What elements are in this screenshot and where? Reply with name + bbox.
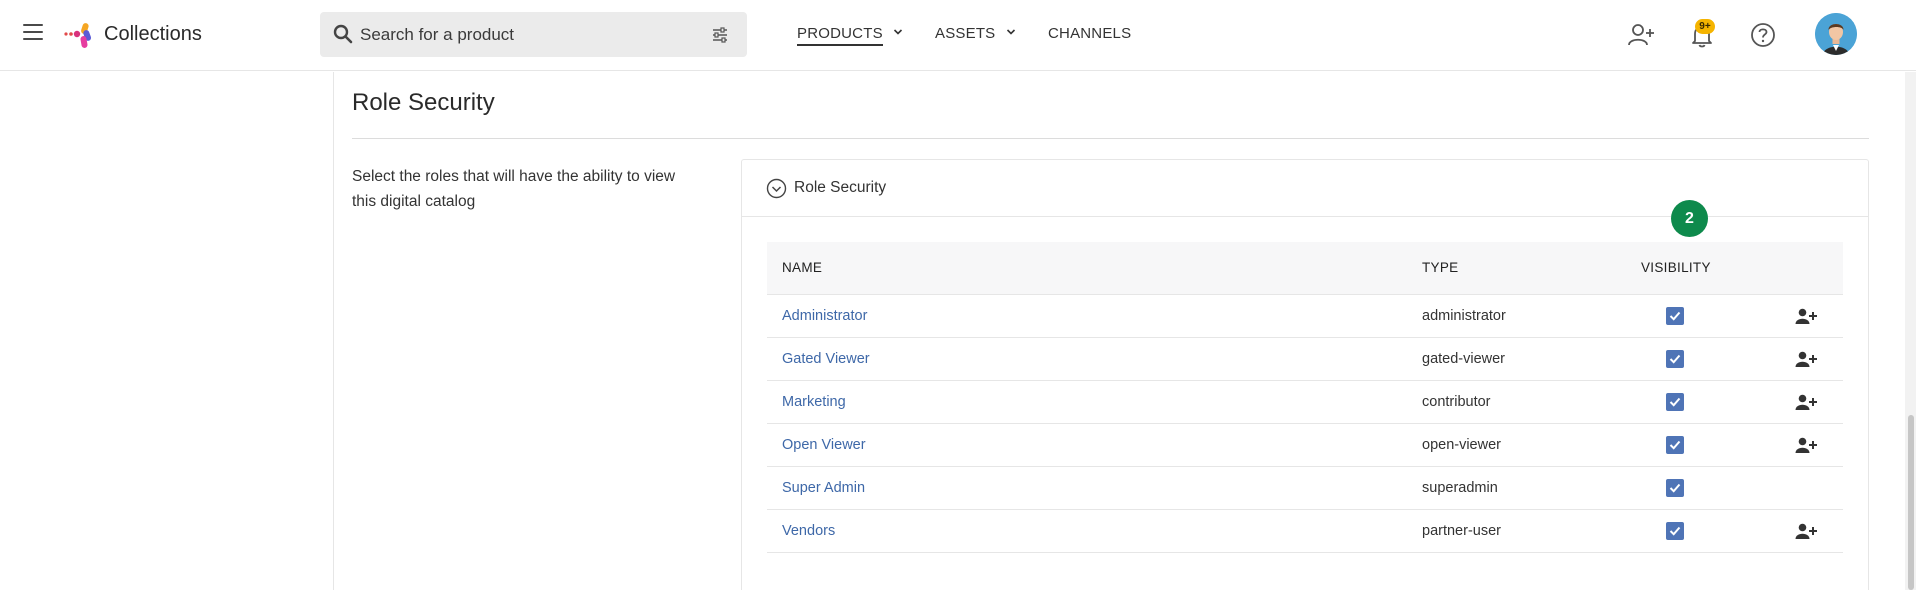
role-link[interactable]: Vendors bbox=[782, 523, 835, 539]
role-name-cell: Vendors bbox=[767, 509, 1422, 553]
role-type: open-viewer bbox=[1422, 423, 1637, 467]
role-name-cell: Marketing bbox=[767, 380, 1422, 424]
role-link[interactable]: Marketing bbox=[782, 394, 846, 410]
visibility-cell bbox=[1637, 466, 1757, 510]
top-header: Collections PRODUCTS ASSETS CHANNELS bbox=[0, 0, 1916, 71]
role-name-cell: Administrator bbox=[767, 294, 1422, 338]
step-badge: 2 bbox=[1671, 200, 1708, 237]
table-row: Vendors partner-user bbox=[767, 509, 1843, 553]
visibility-checkbox[interactable] bbox=[1666, 435, 1684, 454]
user-avatar-icon bbox=[1815, 13, 1857, 55]
nav-products[interactable]: PRODUCTS bbox=[797, 25, 903, 46]
visibility-checkbox[interactable] bbox=[1666, 349, 1684, 368]
visibility-cell bbox=[1637, 294, 1757, 338]
nav-channels[interactable]: CHANNELS bbox=[1048, 25, 1131, 42]
filter-sliders-icon[interactable] bbox=[711, 26, 729, 44]
action-cell bbox=[1757, 380, 1843, 424]
checkmark-icon bbox=[1669, 440, 1681, 450]
role-type: partner-user bbox=[1422, 509, 1637, 553]
role-type: contributor bbox=[1422, 380, 1637, 424]
roles-table: NAME TYPE VISIBILITY Administrator admin… bbox=[767, 242, 1843, 553]
role-link[interactable]: Administrator bbox=[782, 308, 867, 324]
role-type: administrator bbox=[1422, 294, 1637, 338]
role-type: gated-viewer bbox=[1422, 337, 1637, 381]
add-user-icon[interactable] bbox=[1626, 20, 1656, 50]
table-row: Open Viewer open-viewer bbox=[767, 423, 1843, 467]
role-name-cell: Open Viewer bbox=[767, 423, 1422, 467]
visibility-checkbox[interactable] bbox=[1666, 521, 1684, 540]
search-icon[interactable] bbox=[333, 24, 353, 44]
column-header-actions bbox=[1757, 242, 1843, 295]
notification-badge: 9+ bbox=[1695, 19, 1715, 34]
search-bar bbox=[320, 12, 747, 57]
visibility-cell bbox=[1637, 509, 1757, 553]
chevron-down-icon bbox=[1006, 29, 1015, 35]
role-link[interactable]: Super Admin bbox=[782, 480, 865, 496]
add-user-icon[interactable] bbox=[1795, 523, 1817, 539]
visibility-cell bbox=[1637, 380, 1757, 424]
role-link[interactable]: Gated Viewer bbox=[782, 351, 870, 367]
checkmark-icon bbox=[1669, 483, 1681, 493]
role-link[interactable]: Open Viewer bbox=[782, 437, 866, 453]
search-input[interactable] bbox=[360, 12, 700, 57]
panel-title: Role Security bbox=[794, 179, 887, 196]
column-header-type[interactable]: TYPE bbox=[1422, 242, 1637, 295]
checkmark-icon bbox=[1669, 311, 1681, 321]
page-title: Role Security bbox=[352, 89, 495, 116]
hamburger-icon[interactable] bbox=[23, 24, 43, 42]
table-header-row: NAME TYPE VISIBILITY bbox=[767, 242, 1843, 295]
role-type: superadmin bbox=[1422, 466, 1637, 510]
add-user-icon[interactable] bbox=[1795, 394, 1817, 410]
visibility-cell bbox=[1637, 337, 1757, 381]
action-cell bbox=[1757, 509, 1843, 553]
collections-logo[interactable] bbox=[62, 19, 96, 51]
checkmark-icon bbox=[1669, 354, 1681, 364]
table-row: Administrator administrator bbox=[767, 294, 1843, 338]
role-name-cell: Super Admin bbox=[767, 466, 1422, 510]
table-row: Marketing contributor bbox=[767, 380, 1843, 424]
column-header-visibility[interactable]: VISIBILITY bbox=[1637, 242, 1757, 295]
action-cell bbox=[1757, 466, 1843, 510]
chevron-down-icon bbox=[894, 29, 903, 35]
chevron-circle-icon bbox=[766, 178, 787, 199]
visibility-checkbox[interactable] bbox=[1666, 478, 1684, 497]
add-user-icon[interactable] bbox=[1795, 308, 1817, 324]
role-name-cell: Gated Viewer bbox=[767, 337, 1422, 381]
visibility-checkbox[interactable] bbox=[1666, 392, 1684, 411]
column-header-name[interactable]: NAME bbox=[767, 242, 1422, 295]
checkmark-icon bbox=[1669, 397, 1681, 407]
table-row: Gated Viewer gated-viewer bbox=[767, 337, 1843, 381]
avatar[interactable] bbox=[1815, 13, 1857, 55]
nav-products-label: PRODUCTS bbox=[797, 25, 883, 46]
table-row: Super Admin superadmin bbox=[767, 466, 1843, 510]
visibility-cell bbox=[1637, 423, 1757, 467]
nav-channels-label: CHANNELS bbox=[1048, 25, 1132, 42]
visibility-checkbox[interactable] bbox=[1666, 306, 1684, 325]
sidebar-divider bbox=[333, 72, 334, 590]
scrollbar-thumb[interactable] bbox=[1908, 415, 1914, 590]
nav-assets-label: ASSETS bbox=[935, 25, 996, 42]
action-cell bbox=[1757, 423, 1843, 467]
add-user-icon[interactable] bbox=[1795, 437, 1817, 453]
app-title[interactable]: Collections bbox=[104, 23, 202, 46]
action-cell bbox=[1757, 337, 1843, 381]
nav-assets[interactable]: ASSETS bbox=[935, 25, 1016, 42]
add-user-icon[interactable] bbox=[1795, 351, 1817, 367]
divider bbox=[352, 138, 1869, 139]
help-icon[interactable] bbox=[1748, 20, 1778, 50]
section-description: Select the roles that will have the abil… bbox=[352, 168, 676, 210]
action-cell bbox=[1757, 294, 1843, 338]
checkmark-icon bbox=[1669, 526, 1681, 536]
